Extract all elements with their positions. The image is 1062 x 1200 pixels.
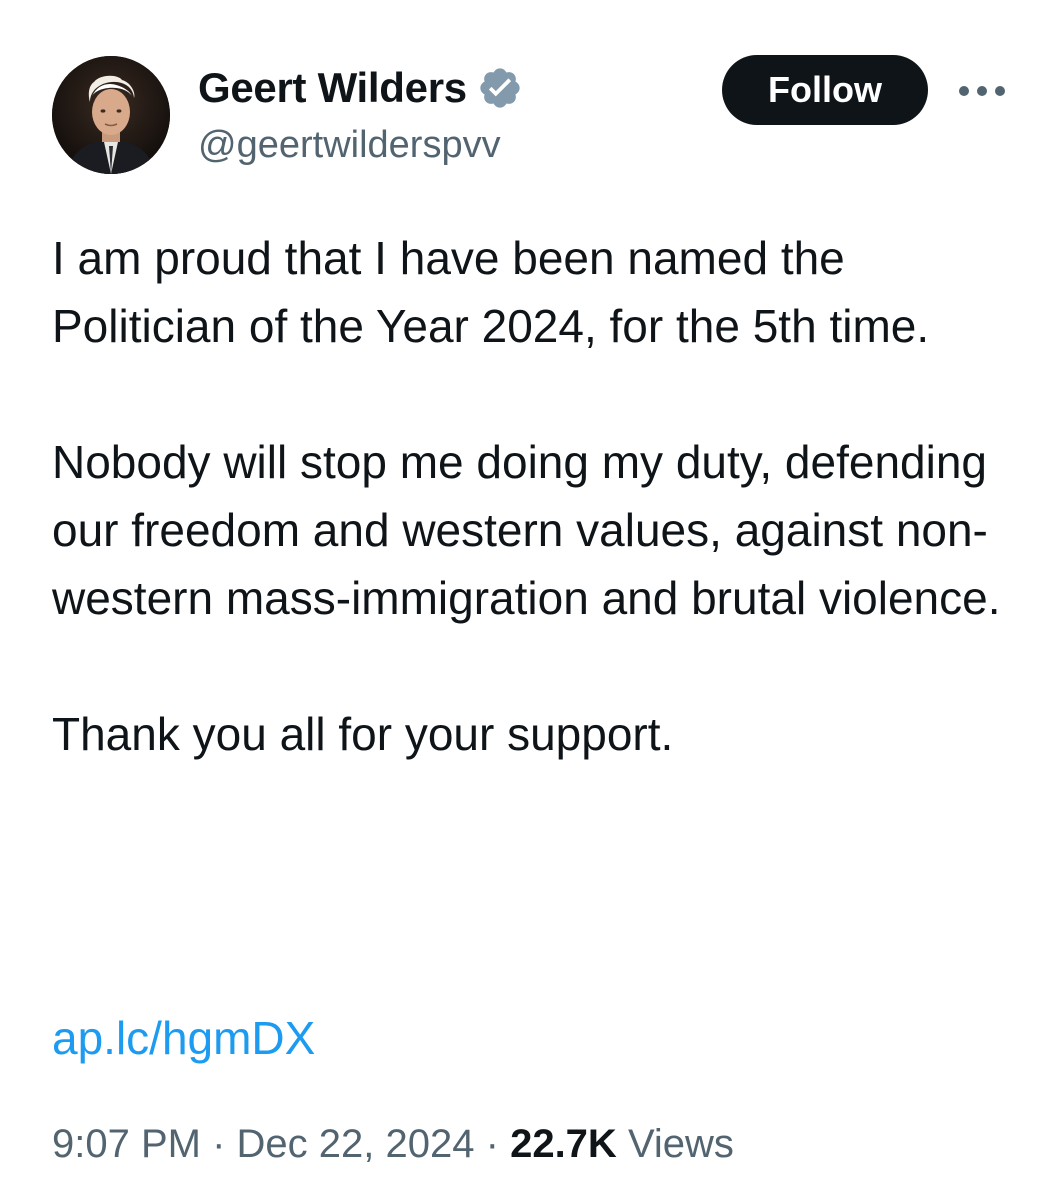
tweet-paragraph: Nobody will stop me doing my duty, defen…: [52, 436, 1001, 624]
ellipsis-icon[interactable]: [954, 74, 1010, 108]
tweet-text: I am proud that I have been named the Po…: [52, 224, 1012, 768]
views-count: 22.7K: [510, 1122, 617, 1166]
tweet-link[interactable]: ap.lc/hgmDX: [52, 1004, 315, 1072]
avatar[interactable]: [52, 56, 170, 174]
tweet-date[interactable]: Dec 22, 2024: [237, 1122, 475, 1166]
verified-badge-icon[interactable]: [477, 65, 523, 111]
tweet-meta: 9:07 PM · Dec 22, 2024 · 22.7K Views: [52, 1116, 734, 1172]
profile-photo-icon: [52, 56, 170, 174]
follow-button[interactable]: Follow: [722, 55, 928, 125]
meta-separator: ·: [485, 1122, 499, 1166]
meta-separator: ·: [212, 1122, 226, 1166]
tweet-time[interactable]: 9:07 PM: [52, 1122, 201, 1166]
author-handle[interactable]: @geertwilderspvv: [198, 126, 501, 164]
author-name-row: Geert Wilders: [198, 62, 523, 114]
views-label: Views: [627, 1122, 734, 1166]
tweet-paragraph: I am proud that I have been named the Po…: [52, 232, 930, 352]
tweet-paragraph: Thank you all for your support.: [52, 708, 674, 760]
tweet-card: Geert Wilders @geertwilderspvv Follow I …: [0, 0, 1062, 1200]
author-display-name[interactable]: Geert Wilders: [198, 67, 467, 109]
